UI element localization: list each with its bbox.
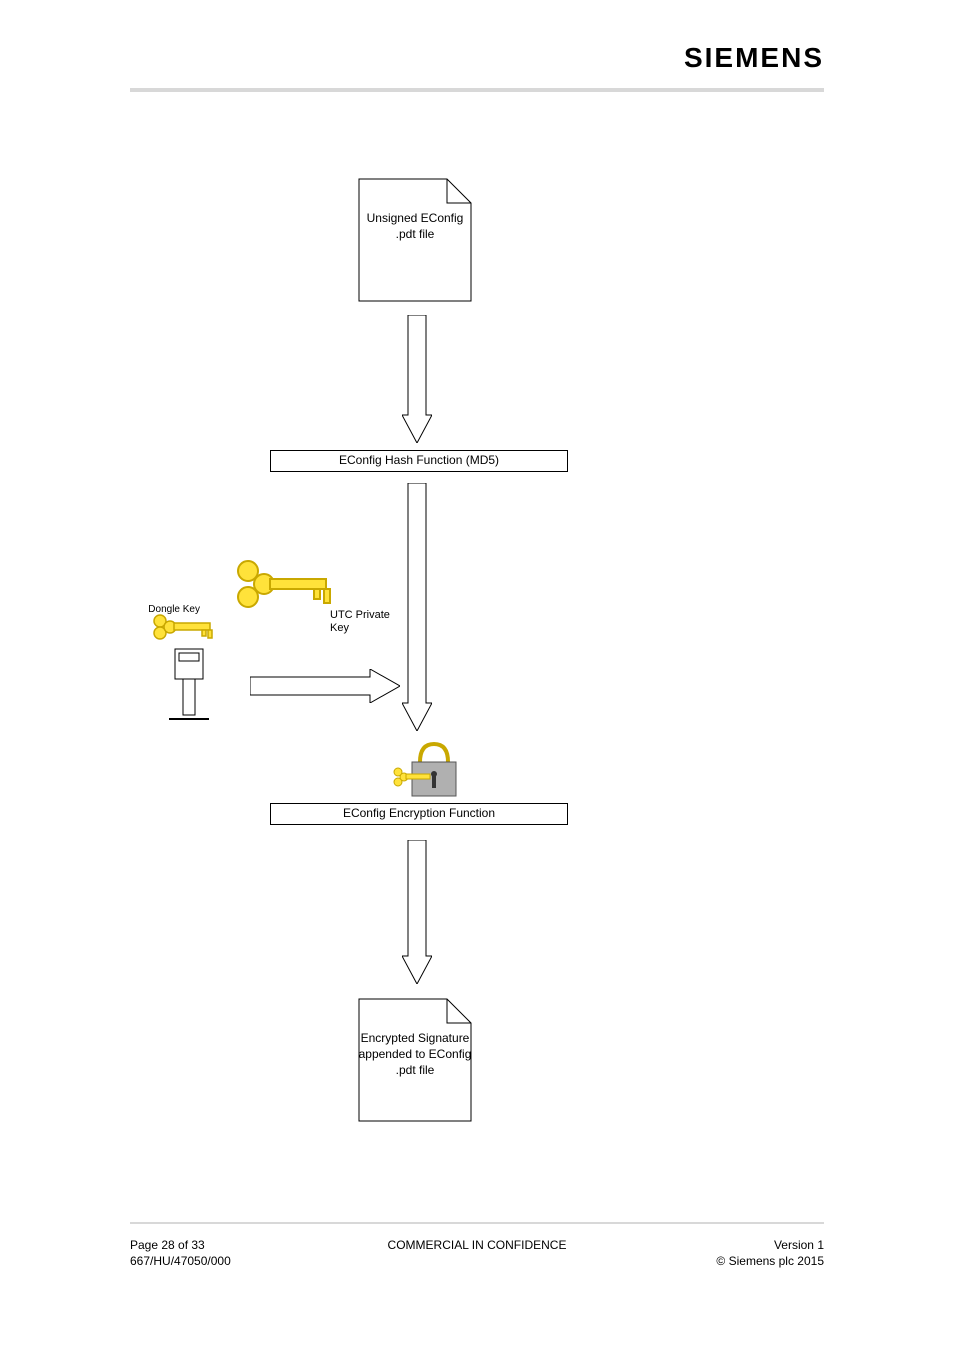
document-icon: Encrypted Signature appended to EConfig …	[355, 995, 475, 1125]
footer-confidentiality: COMMERCIAL IN CONFIDENCE	[388, 1238, 567, 1252]
signed-file-label: Encrypted Signature appended to EConfig …	[355, 1030, 475, 1079]
padlock-icon	[390, 740, 460, 805]
dongle-key-icon	[150, 611, 220, 644]
hash-step-box: EConfig Hash Function (MD5)	[270, 450, 568, 472]
footer-page-number: Page 28 of 33	[130, 1238, 205, 1252]
footer-rule	[130, 1222, 824, 1224]
header-rule	[130, 88, 824, 92]
footer-copyright: © Siemens plc 2015	[716, 1254, 824, 1268]
encrypt-step-box: EConfig Encryption Function	[270, 803, 568, 825]
signing-flow-diagram: Unsigned EConfig .pdt file EConfig Hash …	[130, 175, 824, 1175]
private-key-icon	[228, 557, 338, 618]
unsigned-file-label: Unsigned EConfig .pdt file	[355, 210, 475, 242]
private-key-label: UTC Private Key	[330, 609, 390, 635]
key-group: UTC Private Key Dongle Key	[130, 557, 390, 817]
arrow-down-icon	[402, 840, 432, 984]
arrow-down-icon	[402, 315, 432, 443]
logo-text: SIEMENS	[684, 42, 824, 74]
document-icon: Unsigned EConfig .pdt file	[355, 175, 475, 305]
footer-doc-id: 667/HU/47050/000	[130, 1254, 231, 1268]
arrow-down-icon	[402, 483, 432, 734]
footer-version: Version 1	[774, 1238, 824, 1252]
arrow-right-icon	[250, 669, 400, 706]
computer-icon	[165, 647, 213, 726]
